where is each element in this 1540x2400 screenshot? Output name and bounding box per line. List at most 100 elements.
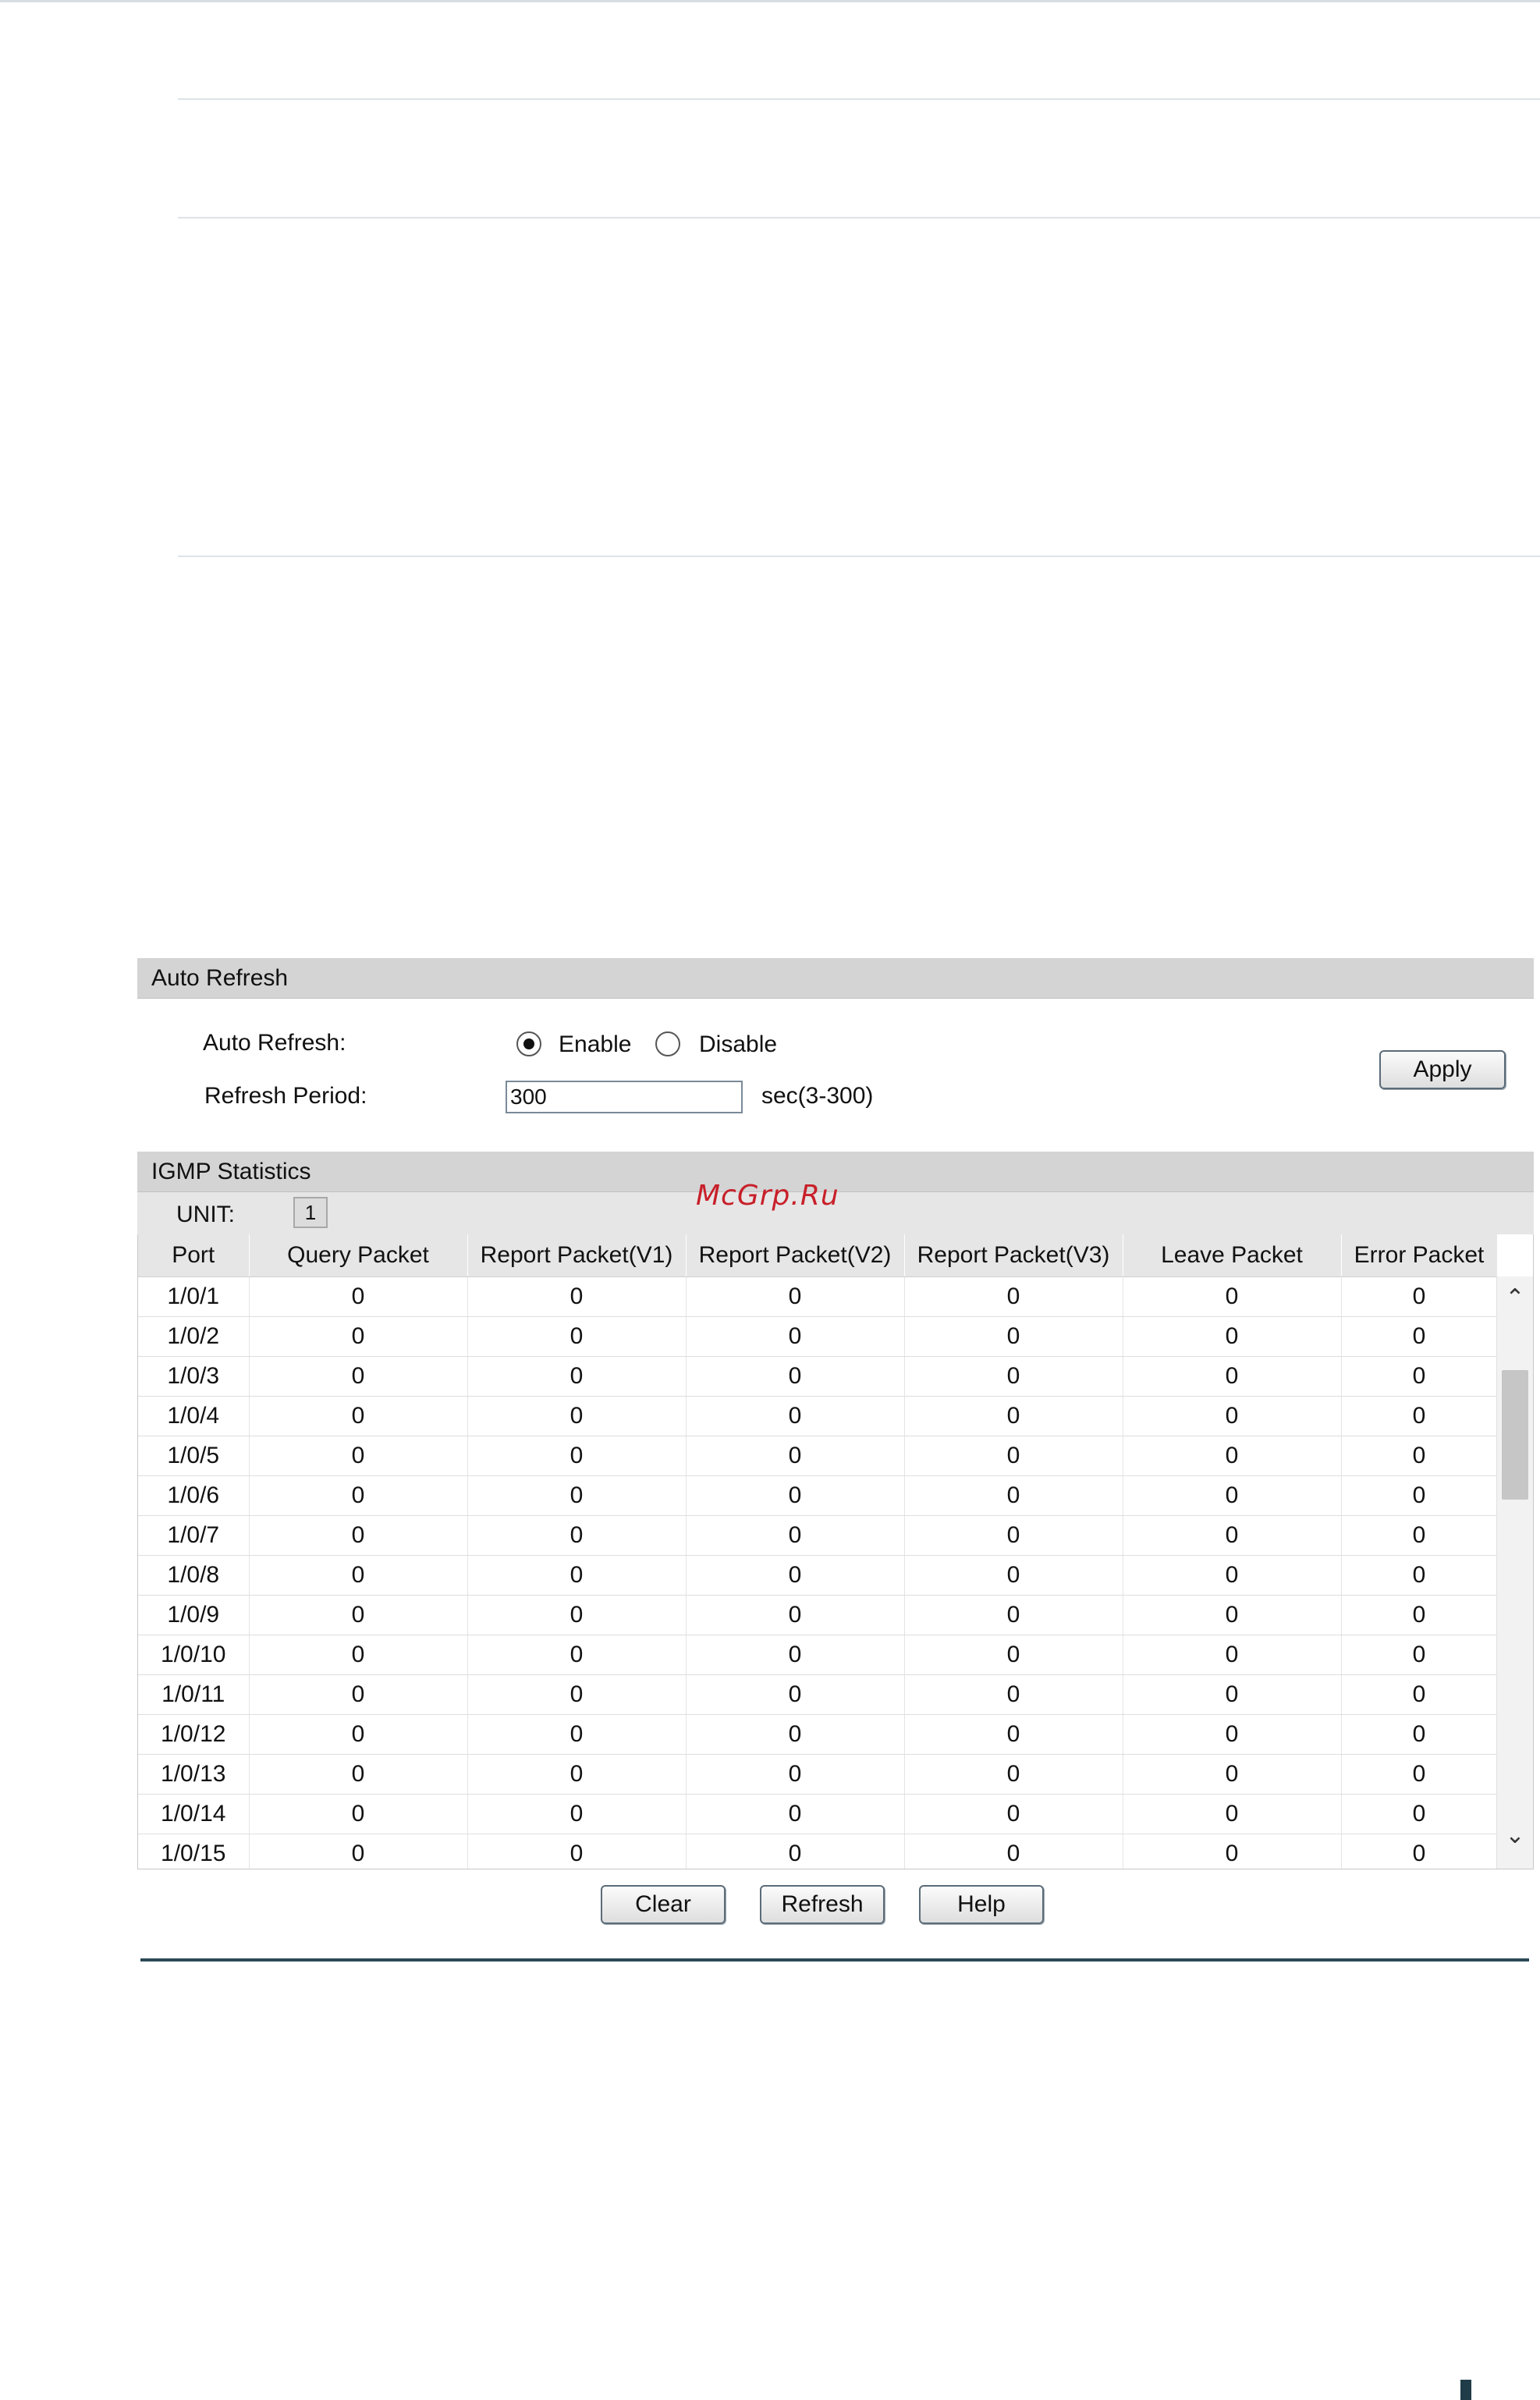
counter-cell: 0 (1123, 1276, 1342, 1317)
enable-radio[interactable] (516, 1031, 541, 1056)
counter-cell: 0 (904, 1635, 1123, 1675)
counter-cell: 0 (1341, 1436, 1498, 1476)
column-header: Leave Packet (1123, 1234, 1342, 1277)
table-row: 1/0/4 0 0 0 0 0 0 (138, 1396, 1498, 1436)
counter-cell: 0 (1341, 1515, 1498, 1556)
counter-cell: 0 (1123, 1356, 1342, 1397)
table-body: 1/0/1 0 0 0 0 0 0 1/0/2 0 0 0 0 0 0 1/0/3 0 0 0 0 0 0 1/0/4 0 0… (138, 1276, 1498, 1869)
counter-cell: 0 (1341, 1794, 1498, 1834)
table-row: 1/0/5 0 0 0 0 0 0 (138, 1436, 1498, 1476)
port-cell: 1/0/11 (138, 1674, 250, 1715)
counter-cell: 0 (686, 1276, 905, 1317)
igmp-statistics-table-container: Port Query Packet Report Packet(V1) Repo… (137, 1234, 1534, 1869)
top-border (0, 0, 1540, 2)
counter-cell: 0 (467, 1436, 687, 1476)
counter-cell: 0 (1123, 1555, 1342, 1596)
divider (178, 556, 1540, 557)
table-row: 1/0/14 0 0 0 0 0 0 (138, 1794, 1498, 1834)
counter-cell: 0 (686, 1396, 905, 1436)
port-cell: 1/0/6 (138, 1475, 250, 1516)
counter-cell: 0 (1123, 1475, 1342, 1516)
auto-refresh-label: Auto Refresh: (203, 1030, 346, 1056)
counter-cell: 0 (686, 1515, 905, 1556)
counter-cell: 0 (249, 1674, 468, 1715)
apply-button[interactable]: Apply (1379, 1050, 1506, 1089)
counter-cell: 0 (686, 1595, 905, 1635)
table-row: 1/0/11 0 0 0 0 0 0 (138, 1674, 1498, 1715)
counter-cell: 0 (1123, 1316, 1342, 1357)
counter-cell: 0 (686, 1356, 905, 1397)
counter-cell: 0 (1341, 1754, 1498, 1795)
counter-cell: 0 (904, 1714, 1123, 1755)
counter-cell: 0 (249, 1555, 468, 1596)
table-row: 1/0/2 0 0 0 0 0 0 (138, 1316, 1498, 1357)
clear-button[interactable]: Clear (601, 1885, 726, 1924)
counter-cell: 0 (1341, 1635, 1498, 1675)
disable-radio[interactable] (655, 1031, 680, 1056)
disable-radio-label[interactable]: Disable (699, 1031, 777, 1058)
table-scrollbar[interactable]: ⌃ ⌄ (1496, 1276, 1533, 1869)
page-marker (1460, 2380, 1471, 2400)
divider (178, 98, 1540, 100)
counter-cell: 0 (686, 1635, 905, 1675)
enable-radio-label[interactable]: Enable (559, 1031, 631, 1058)
counter-cell: 0 (1341, 1834, 1498, 1869)
counter-cell: 0 (467, 1834, 687, 1869)
refresh-period-input[interactable] (506, 1081, 743, 1113)
chevron-down-icon[interactable]: ⌄ (1497, 1822, 1533, 1850)
counter-cell: 0 (904, 1475, 1123, 1516)
counter-cell: 0 (467, 1276, 687, 1317)
counter-cell: 0 (686, 1436, 905, 1476)
counter-cell: 0 (904, 1356, 1123, 1397)
counter-cell: 0 (904, 1276, 1123, 1317)
counter-cell: 0 (467, 1595, 687, 1635)
table-header-row: Port Query Packet Report Packet(V1) Repo… (138, 1234, 1498, 1277)
port-cell: 1/0/8 (138, 1555, 250, 1596)
counter-cell: 0 (249, 1316, 468, 1357)
port-cell: 1/0/15 (138, 1834, 250, 1869)
refresh-button[interactable]: Refresh (760, 1885, 885, 1924)
port-cell: 1/0/10 (138, 1635, 250, 1675)
watermark: McGrp.Ru (696, 1180, 839, 1212)
counter-cell: 0 (249, 1515, 468, 1556)
counter-cell: 0 (904, 1595, 1123, 1635)
counter-cell: 0 (467, 1475, 687, 1516)
counter-cell: 0 (904, 1396, 1123, 1436)
counter-cell: 0 (467, 1555, 687, 1596)
chevron-up-icon[interactable]: ⌃ (1497, 1284, 1533, 1312)
counter-cell: 0 (467, 1794, 687, 1834)
counter-cell: 0 (904, 1316, 1123, 1357)
help-button[interactable]: Help (919, 1885, 1044, 1924)
igmp-statistics-table: Port Query Packet Report Packet(V1) Repo… (138, 1234, 1498, 1869)
counter-cell: 0 (1123, 1714, 1342, 1755)
unit-1-button[interactable]: 1 (293, 1197, 328, 1228)
refresh-period-hint: sec(3-300) (761, 1083, 874, 1109)
counter-cell: 0 (249, 1714, 468, 1755)
counter-cell: 0 (686, 1834, 905, 1869)
counter-cell: 0 (686, 1794, 905, 1834)
table-row: 1/0/1 0 0 0 0 0 0 (138, 1276, 1498, 1317)
counter-cell: 0 (467, 1356, 687, 1397)
counter-cell: 0 (1123, 1436, 1342, 1476)
counter-cell: 0 (1341, 1316, 1498, 1357)
counter-cell: 0 (1123, 1595, 1342, 1635)
counter-cell: 0 (1123, 1396, 1342, 1436)
table-row: 1/0/10 0 0 0 0 0 0 (138, 1635, 1498, 1675)
port-cell: 1/0/4 (138, 1396, 250, 1436)
counter-cell: 0 (1341, 1356, 1498, 1397)
counter-cell: 0 (249, 1475, 468, 1516)
column-header: Error Packet (1341, 1234, 1498, 1277)
table-row: 1/0/8 0 0 0 0 0 0 (138, 1555, 1498, 1596)
counter-cell: 0 (249, 1595, 468, 1635)
port-cell: 1/0/12 (138, 1714, 250, 1755)
table-row: 1/0/15 0 0 0 0 0 0 (138, 1834, 1498, 1869)
port-cell: 1/0/9 (138, 1595, 250, 1635)
counter-cell: 0 (1123, 1515, 1342, 1556)
scroll-thumb[interactable] (1502, 1370, 1528, 1500)
counter-cell: 0 (467, 1714, 687, 1755)
counter-cell: 0 (1341, 1555, 1498, 1596)
counter-cell: 0 (904, 1555, 1123, 1596)
port-cell: 1/0/7 (138, 1515, 250, 1556)
counter-cell: 0 (686, 1754, 905, 1795)
counter-cell: 0 (1341, 1475, 1498, 1516)
